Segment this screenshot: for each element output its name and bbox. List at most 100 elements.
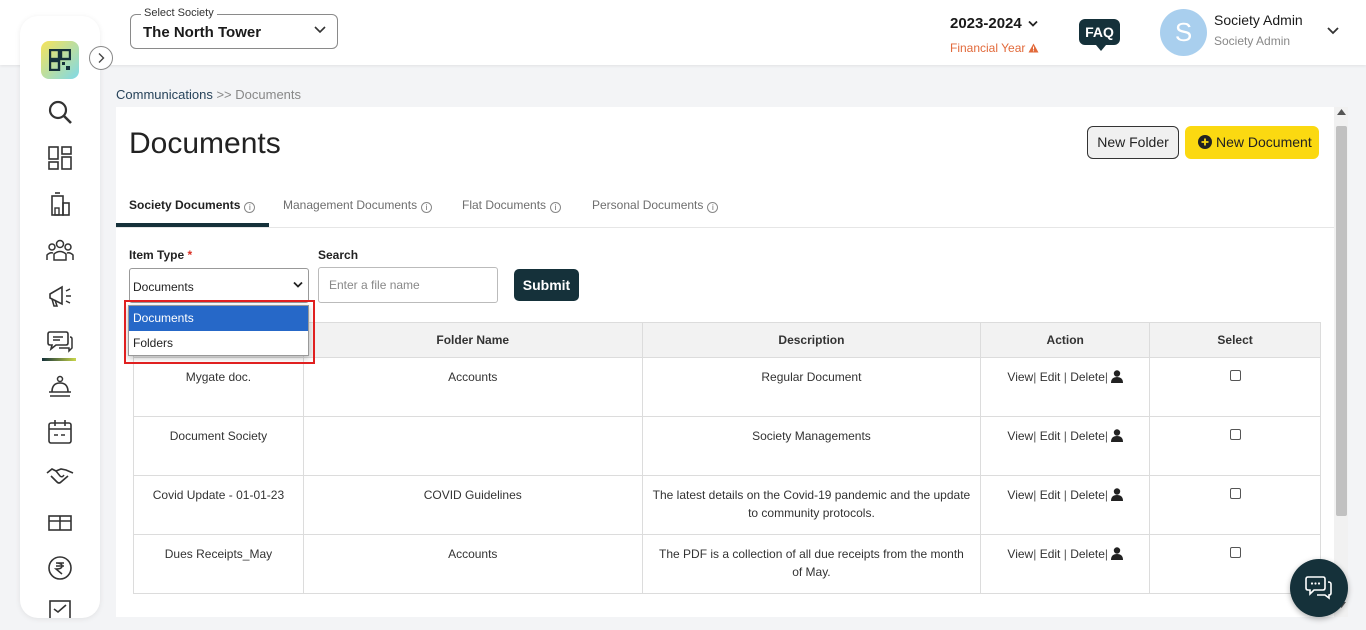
view-link[interactable]: View xyxy=(1007,370,1033,384)
app-logo[interactable] xyxy=(41,41,79,79)
community-icon[interactable] xyxy=(46,236,74,264)
helpdesk-icon[interactable] xyxy=(46,372,74,400)
folder-name: COVID Guidelines xyxy=(302,475,643,535)
action-separator: | xyxy=(1104,547,1108,561)
user-icon[interactable] xyxy=(1111,488,1123,501)
breadcrumb-communications[interactable]: Communications xyxy=(116,87,213,102)
tab-society-documents[interactable]: Society Documents i xyxy=(129,198,256,213)
item-type-value: Documents xyxy=(133,280,194,294)
tab-personal-documents[interactable]: Personal Documents i xyxy=(592,198,719,213)
warning-icon xyxy=(1028,43,1039,53)
sidebar-collapse-button[interactable] xyxy=(89,46,113,70)
highlight-box xyxy=(124,300,315,364)
row-actions: View| Edit | Delete| xyxy=(980,357,1151,417)
description: Society Managements xyxy=(641,416,982,476)
amenities-icon[interactable] xyxy=(46,508,74,536)
payments-icon[interactable] xyxy=(46,554,74,582)
search-icon[interactable] xyxy=(46,98,74,126)
tab-label: Flat Documents xyxy=(462,198,547,212)
description: Regular Document xyxy=(641,357,982,417)
edit-link[interactable]: Edit xyxy=(1040,547,1061,561)
calendar-icon[interactable] xyxy=(46,418,74,446)
document-tabs: Society Documents i Management Documents i… xyxy=(116,187,1334,228)
new-document-button[interactable]: New Document xyxy=(1185,126,1319,159)
dashboard-icon[interactable] xyxy=(46,144,74,172)
page-title: Documents xyxy=(129,127,281,160)
tab-label: Personal Documents xyxy=(592,198,704,212)
society-select-value: The North Tower xyxy=(143,24,262,41)
chat-icon xyxy=(1305,576,1332,600)
faq-button[interactable]: FAQ xyxy=(1079,19,1120,51)
folder-name: Accounts xyxy=(302,357,643,417)
document-name: Document Society xyxy=(133,416,304,476)
delete-link[interactable]: Delete xyxy=(1070,429,1105,443)
action-separator: | xyxy=(1063,429,1067,443)
society-select[interactable]: Select Society The North Tower xyxy=(130,7,338,49)
row-actions: View| Edit | Delete| xyxy=(980,416,1151,476)
delete-link[interactable]: Delete xyxy=(1070,370,1105,384)
action-separator: | xyxy=(1063,370,1067,384)
breadcrumb: Communications >> Documents xyxy=(116,87,301,102)
row-actions: View| Edit | Delete| xyxy=(980,475,1151,535)
table-row: Document Society Society Managements Vie… xyxy=(133,416,1321,476)
avatar[interactable]: S xyxy=(1160,9,1207,56)
active-tab-indicator xyxy=(116,223,269,227)
edit-link[interactable]: Edit xyxy=(1040,429,1061,443)
society-select-label: Select Society xyxy=(141,7,217,19)
new-folder-button[interactable]: New Folder xyxy=(1087,126,1179,159)
row-select-checkbox[interactable] xyxy=(1229,547,1241,558)
tab-flat-documents[interactable]: Flat Documents i xyxy=(462,198,562,213)
edit-link[interactable]: Edit xyxy=(1040,370,1061,384)
item-type-select[interactable]: Documents xyxy=(129,268,309,303)
tab-management-documents[interactable]: Management Documents i xyxy=(283,198,433,213)
user-icon[interactable] xyxy=(1111,429,1123,442)
view-link[interactable]: View xyxy=(1007,429,1033,443)
scrollbar-thumb[interactable] xyxy=(1336,126,1347,516)
new-document-label: New Document xyxy=(1216,134,1312,150)
view-link[interactable]: View xyxy=(1007,547,1033,561)
description: The latest details on the Covid-19 pande… xyxy=(641,475,982,535)
action-separator: | xyxy=(1104,429,1108,443)
communications-icon[interactable] xyxy=(46,328,74,356)
user-icon[interactable] xyxy=(1111,547,1123,560)
description: The PDF is a collection of all due recei… xyxy=(641,534,982,594)
breadcrumb-current: Documents xyxy=(235,87,302,102)
delete-link[interactable]: Delete xyxy=(1070,488,1105,502)
reports-icon[interactable] xyxy=(46,598,74,618)
info-icon: i xyxy=(550,202,562,213)
chevron-down-icon xyxy=(314,26,326,34)
folder-name: Accounts xyxy=(302,534,643,594)
building-icon[interactable] xyxy=(46,190,74,218)
user-name: Society Admin xyxy=(1214,12,1303,28)
edit-link[interactable]: Edit xyxy=(1040,488,1061,502)
scroll-up-arrow-icon[interactable] xyxy=(1337,109,1346,115)
required-mark: * xyxy=(187,248,193,262)
column-header-folder: Folder Name xyxy=(302,322,643,358)
row-select-checkbox[interactable] xyxy=(1229,488,1241,499)
chat-button[interactable] xyxy=(1290,559,1348,617)
select-cell xyxy=(1149,357,1321,417)
item-type-label: Item Type * xyxy=(129,248,192,262)
delete-link[interactable]: Delete xyxy=(1070,547,1105,561)
action-separator: | xyxy=(1033,488,1037,502)
handshake-icon[interactable] xyxy=(46,462,74,490)
row-select-checkbox[interactable] xyxy=(1229,429,1241,440)
announcement-icon[interactable] xyxy=(46,282,74,310)
active-nav-indicator xyxy=(42,358,76,361)
user-icon[interactable] xyxy=(1111,370,1123,383)
action-separator: | xyxy=(1033,429,1037,443)
info-icon: i xyxy=(707,202,719,213)
action-separator: | xyxy=(1104,488,1108,502)
chevron-down-icon xyxy=(293,281,303,288)
select-cell xyxy=(1149,475,1321,535)
view-link[interactable]: View xyxy=(1007,488,1033,502)
submit-button[interactable]: Submit xyxy=(514,269,579,301)
column-header-select: Select xyxy=(1149,322,1321,358)
search-input[interactable] xyxy=(318,267,498,303)
financial-year-selector[interactable]: 2023-2024 Financial Year xyxy=(950,15,1050,55)
column-header-action: Action xyxy=(980,322,1151,358)
tab-label: Management Documents xyxy=(283,198,418,212)
document-name: Covid Update - 01-01-23 xyxy=(133,475,304,535)
chevron-down-icon[interactable] xyxy=(1326,25,1340,37)
row-select-checkbox[interactable] xyxy=(1229,370,1241,381)
